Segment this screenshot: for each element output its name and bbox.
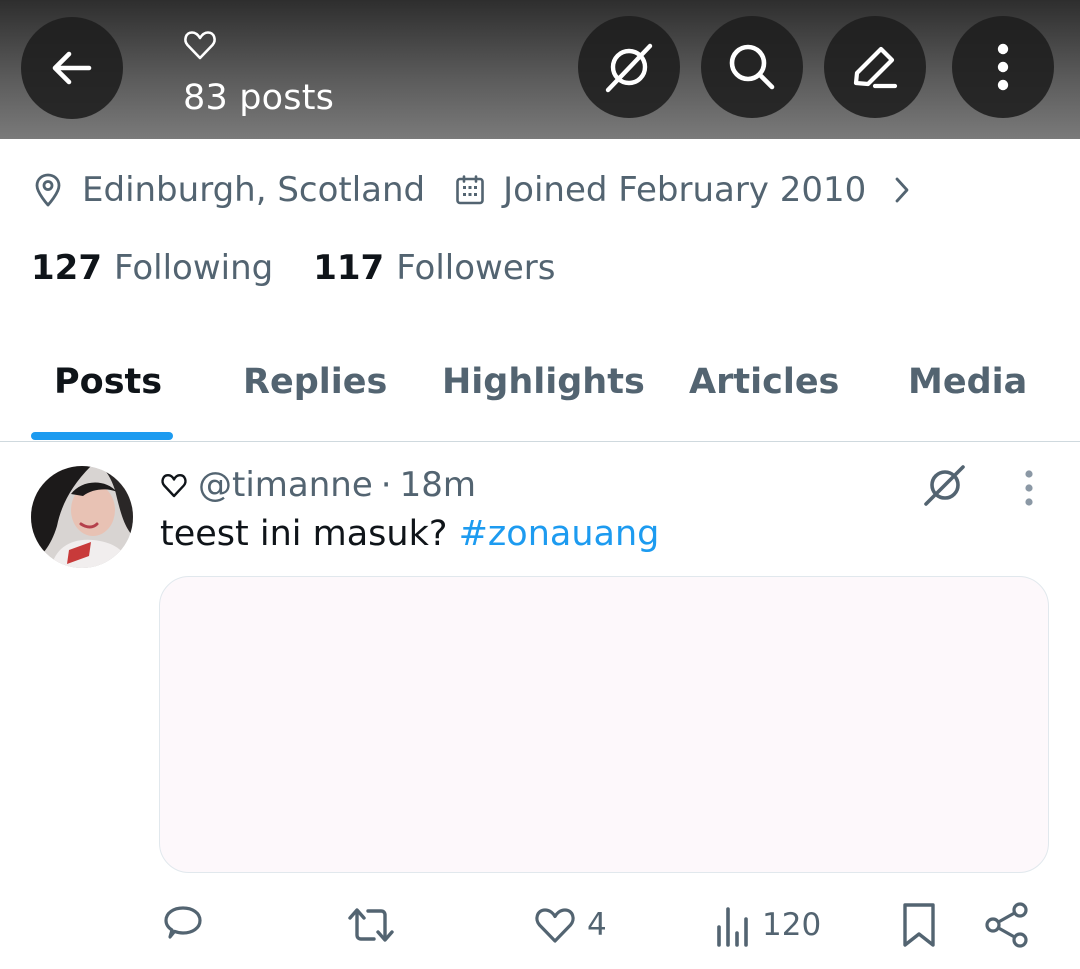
tab-posts[interactable]: Posts — [54, 362, 162, 402]
views-count: 120 — [762, 907, 822, 943]
like-count: 4 — [587, 907, 607, 943]
arrow-left-icon — [52, 51, 92, 85]
search-button[interactable] — [701, 16, 803, 118]
reply-button[interactable] — [160, 900, 206, 950]
grok-icon[interactable] — [920, 460, 970, 510]
post-separator: · — [380, 465, 392, 505]
views-chart-icon — [717, 907, 748, 947]
tab-articles[interactable]: Articles — [689, 362, 839, 402]
followers-label: Followers — [396, 248, 556, 288]
active-tab-indicator — [31, 432, 173, 440]
like-button[interactable]: 4 — [533, 900, 607, 950]
followers-count: 117 — [313, 248, 385, 288]
posts-count: 83 posts — [183, 78, 335, 118]
avatar[interactable] — [31, 466, 133, 568]
followers-link[interactable]: 117 Followers — [313, 248, 555, 288]
grok-button[interactable] — [578, 16, 680, 118]
heart-outline-icon — [161, 474, 187, 498]
profile-header: 83 posts — [0, 0, 1080, 139]
post-header: @timanne · 18m — [160, 462, 476, 508]
tab-replies[interactable]: Replies — [243, 362, 387, 402]
pencil-icon — [853, 46, 898, 89]
location: Edinburgh, Scotland — [32, 170, 425, 210]
repost-icon — [348, 908, 394, 942]
location-pin-icon — [35, 173, 61, 207]
search-icon — [729, 44, 775, 90]
heart-outline-icon — [184, 31, 216, 60]
post-text: teest ini masuk? #zonauang — [160, 514, 659, 554]
more-vertical-icon — [997, 43, 1009, 91]
post-time: 18m — [399, 465, 476, 505]
more-button[interactable] — [952, 16, 1054, 118]
more-vertical-icon[interactable] — [1012, 466, 1046, 510]
post-hashtag[interactable]: #zonauang — [459, 514, 660, 554]
post-handle[interactable]: @timanne — [198, 465, 373, 505]
reply-icon — [164, 906, 202, 939]
grok-icon — [605, 43, 653, 93]
post-media[interactable] — [159, 576, 1049, 873]
share-button[interactable] — [982, 900, 1032, 950]
bookmark-button[interactable] — [896, 900, 942, 950]
bookmark-icon — [903, 903, 935, 947]
post-body: teest ini masuk? — [160, 514, 448, 554]
profile-meta: Edinburgh, Scotland Joined February 2010 — [32, 166, 930, 214]
calendar-icon — [456, 175, 484, 205]
following-count: 127 — [31, 248, 102, 288]
avatar-photo — [31, 466, 133, 568]
tab-highlights[interactable]: Highlights — [442, 362, 645, 402]
tab-media[interactable]: Media — [908, 362, 1027, 402]
views-button[interactable]: 120 — [714, 900, 821, 950]
heart-outline-icon — [535, 908, 575, 943]
follow-stats: 127 Following 117 Followers — [31, 244, 555, 292]
location-text: Edinburgh, Scotland — [82, 170, 426, 210]
back-button[interactable] — [21, 17, 123, 119]
following-label: Following — [113, 248, 274, 288]
joined-text: Joined February 2010 — [503, 170, 867, 210]
chevron-right-icon[interactable] — [892, 174, 912, 206]
joined-date: Joined February 2010 — [455, 170, 930, 210]
following-link[interactable]: 127 Following — [31, 248, 273, 288]
repost-button[interactable] — [346, 900, 396, 950]
edit-button[interactable] — [824, 16, 926, 118]
profile-tabs: Posts Replies Highlights Articles Media — [0, 330, 1080, 442]
share-icon — [985, 902, 1028, 948]
